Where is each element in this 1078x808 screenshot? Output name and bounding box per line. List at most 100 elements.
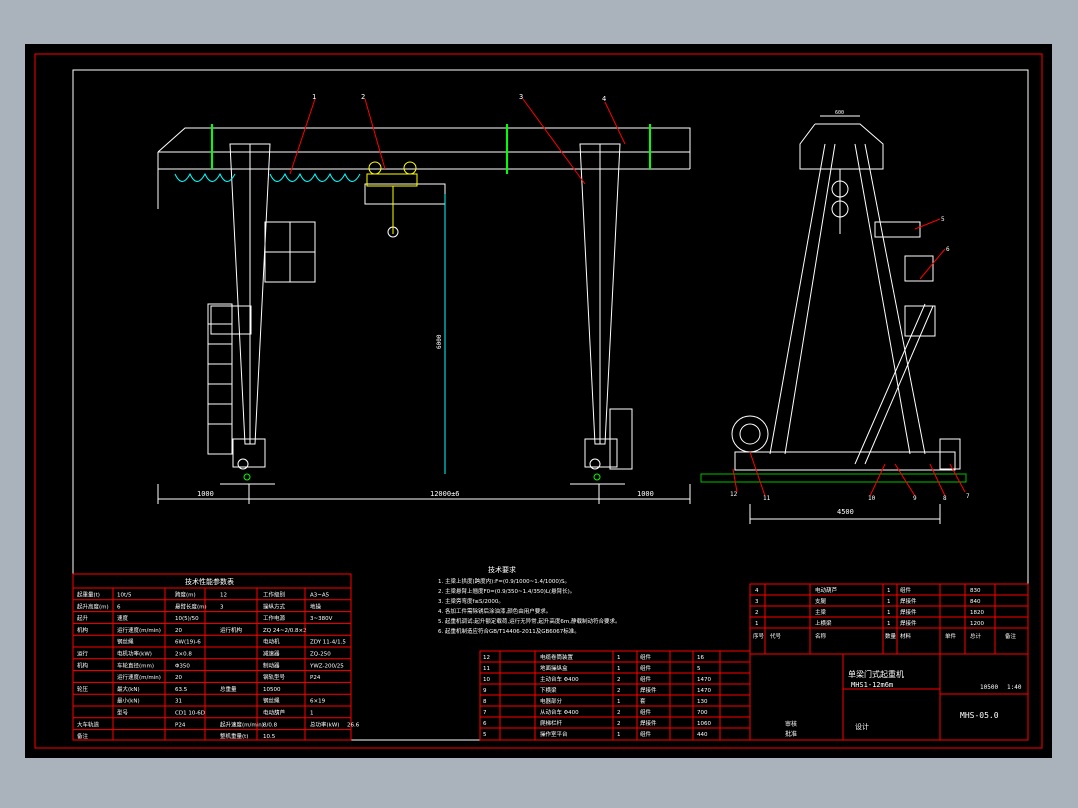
params-title: 技术性能参数表 — [185, 577, 234, 586]
bom-header: 名称 — [815, 632, 827, 640]
param-cell: 整机重量(t) — [220, 732, 248, 740]
param-cell: 2×0.8 — [175, 652, 192, 658]
bom-cell: 组件 — [640, 730, 652, 738]
param-cell: 起升高度(m) — [77, 602, 109, 610]
param-cell: 型号 — [117, 709, 129, 717]
bom-cell: 700 — [697, 710, 708, 716]
bom-upper-cell: 支腿 — [815, 597, 827, 605]
param-cell: 速度 — [117, 614, 129, 622]
note-line: 3. 主梁旁弯度f≤S/2000。 — [438, 597, 504, 605]
bom-cell: 9 — [483, 688, 487, 694]
bom-cell: 16 — [697, 655, 704, 661]
leader-label-9: 9 — [913, 495, 917, 502]
bom-cell: 爬梯栏杆 — [540, 719, 563, 727]
bom-header: 单件 — [945, 632, 957, 640]
cad-drawing: 1000 12000±6 1000 6000 1 2 3 4 4500 600 … — [34, 53, 1043, 749]
side-view — [731, 115, 961, 524]
bom-upper-cell: 840 — [970, 599, 981, 605]
param-cell: 轮压 — [77, 685, 89, 693]
note-line: 1. 主梁上拱度(跨度内):F=(0.9/1000~1.4/1000)S。 — [438, 577, 570, 585]
bom-header: 备注 — [1005, 632, 1017, 640]
leader-label-8: 8 — [943, 495, 947, 502]
bom-cell: 1470 — [697, 677, 711, 683]
param-cell: 机构 — [77, 661, 89, 669]
bom-upper-cell: 2 — [755, 610, 759, 616]
approver: 批准 — [785, 730, 797, 738]
param-cell: 10(5)/50 — [175, 616, 199, 622]
bom-cell: 从动台车 Φ400 — [540, 708, 579, 716]
leader-label-12: 12 — [730, 491, 738, 498]
leaders-front — [289, 98, 626, 185]
param-cell: 工作级别 — [263, 591, 285, 599]
checker: 审核 — [785, 720, 797, 728]
param-cell: 电机功率(kW) — [117, 650, 152, 658]
param-cell: 20 — [175, 628, 182, 634]
param-cell: 3 — [220, 604, 224, 610]
dim-side-track: 4500 — [837, 508, 854, 516]
param-cell: 26.6 — [347, 722, 360, 728]
bom-upper-cell: 1 — [887, 621, 891, 627]
leaders-side — [732, 218, 966, 497]
main-girder-top — [157, 127, 691, 153]
params-table: 技术性能参数表 起重量(t) 10t/5 跨度(m) 12 工作级别 A3~A5 起升高度(… — [72, 573, 360, 741]
dim-right: 1000 — [637, 490, 654, 498]
param-cell: 制动器 — [263, 661, 280, 669]
param-cell: 总功率(kW) — [310, 720, 339, 728]
bom-header: 材料 — [900, 632, 912, 640]
bom-upper-cell: 焊接件 — [900, 608, 917, 616]
param-cell: 10.5 — [263, 734, 276, 740]
ladder — [207, 303, 233, 455]
bom-cell: 440 — [697, 732, 708, 738]
param-cell: 电动葫芦 — [263, 709, 286, 717]
param-cell: 最小(kN) — [117, 697, 140, 705]
param-cell: 运行机构 — [220, 626, 243, 634]
bom-upper-cell: 1200 — [970, 621, 984, 627]
leader-label-2: 2 — [361, 93, 365, 101]
param-cell: 8/0.8 — [263, 722, 278, 728]
bom-cell: 12 — [483, 655, 490, 661]
bom-cell: 5 — [697, 666, 701, 672]
param-cell: 6W(19)-6 — [175, 640, 201, 646]
param-cell: A3~A5 — [310, 593, 330, 599]
bom-cell: 1470 — [697, 688, 711, 694]
leader-label-7: 7 — [966, 493, 970, 500]
drawing-number: MHS-05.0 — [960, 711, 999, 720]
dim-lift: 6000 — [436, 334, 443, 349]
param-cell: 钢丝绳 — [117, 638, 134, 646]
param-cell: 地操 — [310, 602, 322, 610]
param-cell: 运行 — [77, 650, 89, 658]
leader-label-1: 1 — [312, 93, 316, 101]
param-cell: YWZ-200/25 — [309, 663, 344, 669]
bom-cell: 主动台车 Φ400 — [540, 675, 579, 683]
bom-upper-cell: 焊接件 — [900, 597, 917, 605]
bom-cell: 7 — [483, 710, 487, 716]
leader-label-11: 11 — [763, 495, 771, 502]
param-cell: ZQ 24~2/0.8×2 — [263, 628, 307, 634]
bom-header: 代号 — [770, 632, 782, 640]
notes-title: 技术要求 — [488, 565, 516, 574]
bom-cell: 2 — [617, 710, 621, 716]
rail-side — [700, 473, 967, 483]
bom-upper-cell: 焊接件 — [900, 619, 917, 627]
bom-upper-cell: 1 — [755, 621, 759, 627]
leader-label-3: 3 — [519, 93, 523, 101]
scale: 1:40 — [1007, 684, 1022, 691]
param-cell: P24 — [175, 722, 186, 728]
bom-upper-cell: 主梁 — [815, 608, 827, 616]
bom-cell: 套 — [640, 697, 646, 705]
param-cell: 31 — [175, 699, 182, 705]
bom-upper-cell: 4 — [755, 588, 759, 594]
leader-label-6: 6 — [946, 246, 950, 253]
bom-cell: 下横梁 — [540, 686, 557, 694]
bom-cell: 焊接件 — [640, 686, 657, 694]
bom-upper-cell: 组件 — [900, 586, 912, 594]
bom-cell: 组件 — [640, 664, 652, 672]
bom-cell: 组件 — [640, 675, 652, 683]
electric-hoist — [366, 161, 418, 234]
param-cell: 钢丝绳 — [263, 697, 280, 705]
bom-header: 总计 — [970, 632, 982, 640]
bom-upper-cell: 电动葫芦 — [815, 586, 838, 594]
bom-upper-cell: 1 — [887, 588, 891, 594]
bom-cell: 电器部分 — [540, 697, 563, 705]
param-cell: 跨度(m) — [175, 591, 196, 599]
